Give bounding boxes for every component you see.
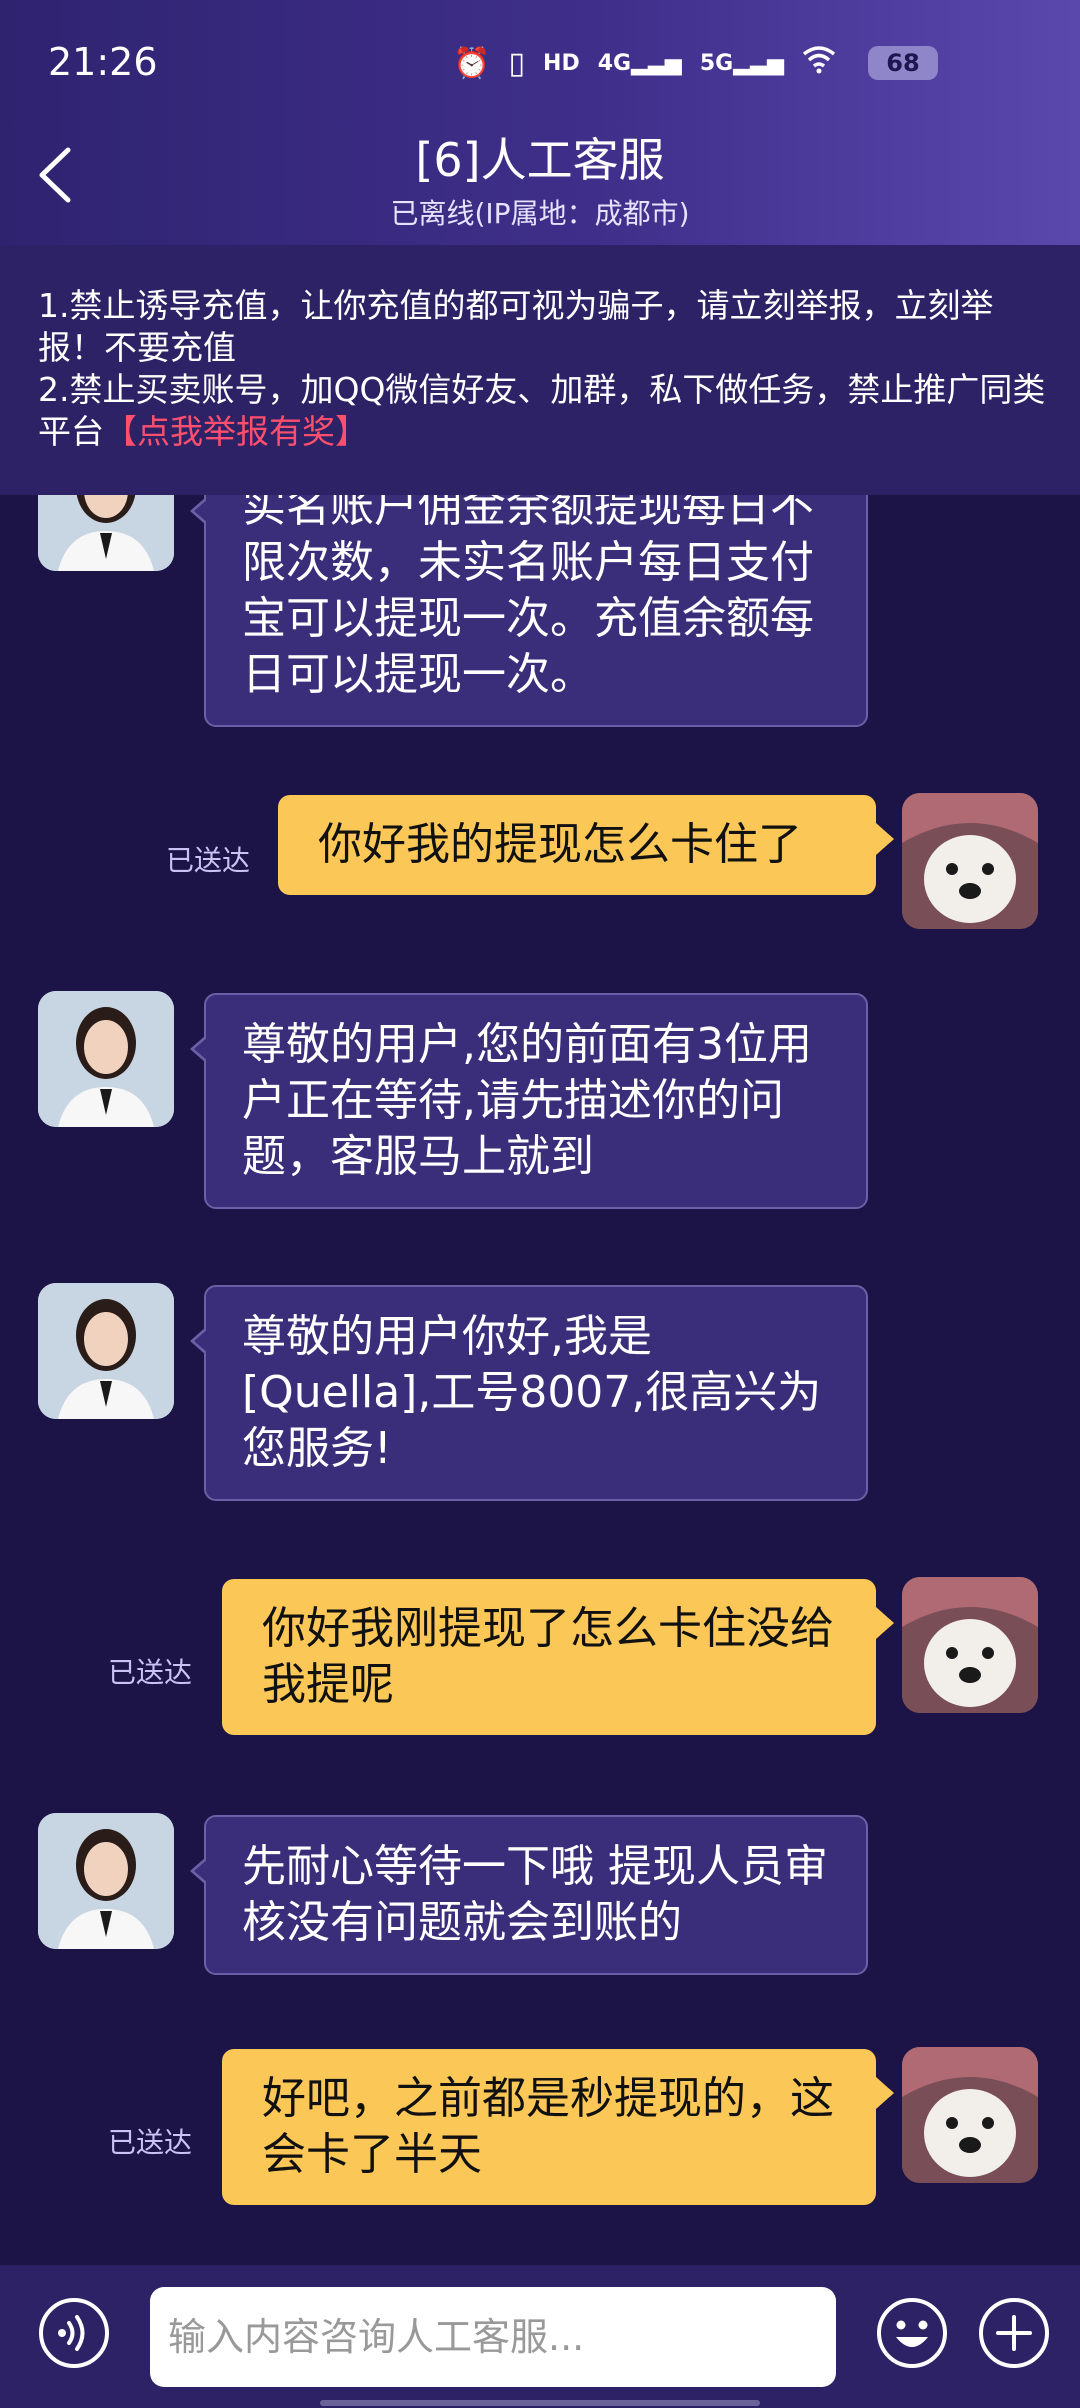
- message-text: 先耐心等待一下哦 提现人员审核没有问题就会到账的: [242, 1841, 828, 1948]
- voice-input-button[interactable]: [36, 2295, 112, 2371]
- message-text: 好吧，之前都是秒提现的，这会卡了半天: [262, 2073, 834, 2180]
- status-icons: ⏰ ▯ HD 4G▂▃▅ 5G▂▃▅: [453, 44, 940, 83]
- emoji-button[interactable]: [874, 2295, 950, 2371]
- agent-avatar[interactable]: [38, 495, 174, 571]
- message-text: 尊敬的用户,您的前面有3位用户正在等待,请先描述你的问题，客服马上就到: [242, 1019, 812, 1182]
- message-text: 你好我的提现怎么卡住了: [318, 819, 802, 870]
- delivery-status: 已送达: [108, 1656, 193, 1689]
- agent-portrait-icon: [38, 1813, 174, 1949]
- voice-icon: [39, 2298, 109, 2368]
- agent-portrait-icon: [38, 495, 174, 571]
- alarm-icon: ⏰: [453, 45, 491, 81]
- agent-message-bubble[interactable]: 尊敬的用户你好,我是[Quella],工号8007,很高兴为您服务!: [190, 1285, 868, 1501]
- vibrate-icon: ▯: [508, 45, 526, 81]
- plus-icon: [979, 2298, 1049, 2368]
- agent-status: 已离线(IP属地：成都市): [390, 197, 690, 230]
- agent-message-bubble[interactable]: 实名账户佣金余额提现每日不限次数，未实名账户每日支付宝可以提现一次。充值余额每日…: [190, 495, 868, 727]
- notice-line-2: 2.禁止买卖账号，加QQ微信好友、加群，私下做任务，禁止推广同类平台【点我举报有…: [38, 370, 1046, 451]
- wifi-icon: [802, 44, 836, 83]
- dog-portrait-icon: [902, 1577, 1038, 1713]
- agent-portrait-icon: [38, 1283, 174, 1419]
- agent-avatar[interactable]: [38, 1813, 174, 1949]
- agent-message-bubble[interactable]: 先耐心等待一下哦 提现人员审核没有问题就会到账的: [190, 1815, 868, 1975]
- user-message-bubble[interactable]: 你好我的提现怎么卡住了: [278, 795, 894, 895]
- notice-banner: 1.禁止诱导充值，让你充值的都可视为骗子，请立刻举报，立刻举报！不要充值 2.禁…: [0, 245, 1080, 495]
- user-message-bubble[interactable]: 好吧，之前都是秒提现的，这会卡了半天: [222, 2049, 894, 2205]
- home-indicator[interactable]: [320, 2400, 760, 2406]
- status-bar: 21:26 ⏰ ▯ HD 4G▂▃▅ 5G▂▃▅ 68: [0, 0, 1080, 120]
- agent-portrait-icon: [38, 991, 174, 1127]
- delivery-status: 已送达: [108, 2126, 193, 2159]
- battery-icon: 68: [868, 46, 938, 80]
- delivery-status: 已送达: [166, 844, 251, 877]
- message-list[interactable]: 实名账户佣金余额提现每日不限次数，未实名账户每日支付宝可以提现一次。充值余额每日…: [0, 495, 1080, 2265]
- 5g-signal-icon: 5G▂▃▅: [699, 50, 784, 76]
- user-avatar[interactable]: [902, 1577, 1038, 1713]
- emoji-icon: [877, 2298, 947, 2368]
- message-text: 你好我刚提现了怎么卡住没给我提呢: [262, 1603, 834, 1710]
- message-text: 尊敬的用户你好,我是[Quella],工号8007,很高兴为您服务!: [242, 1311, 822, 1474]
- agent-avatar[interactable]: [38, 1283, 174, 1419]
- message-text: 实名账户佣金余额提现每日不限次数，未实名账户每日支付宝可以提现一次。充值余额每日…: [242, 495, 814, 700]
- notice-line-1: 1.禁止诱导充值，让你充值的都可视为骗子，请立刻举报，立刻举报！不要充值: [38, 286, 994, 367]
- 4g-signal-icon: 4G▂▃▅: [597, 50, 682, 76]
- user-avatar[interactable]: [902, 2047, 1038, 2183]
- dog-portrait-icon: [902, 793, 1038, 929]
- user-message-bubble[interactable]: 你好我刚提现了怎么卡住没给我提呢: [222, 1579, 894, 1735]
- user-avatar[interactable]: [902, 793, 1038, 929]
- dog-portrait-icon: [902, 2047, 1038, 2183]
- report-link[interactable]: 【点我举报有奖】: [104, 412, 368, 451]
- agent-avatar[interactable]: [38, 991, 174, 1127]
- page-title: [6]人工客服: [415, 133, 665, 187]
- agent-message-bubble[interactable]: 尊敬的用户,您的前面有3位用户正在等待,请先描述你的问题，客服马上就到: [190, 993, 868, 1209]
- notice-text: 1.禁止诱导充值，让你充值的都可视为骗子，请立刻举报，立刻举报！不要充值 2.禁…: [38, 285, 1048, 453]
- more-options-button[interactable]: [976, 2295, 1052, 2371]
- hd-icon: HD: [543, 50, 580, 76]
- message-input[interactable]: [150, 2287, 836, 2387]
- input-bar: [0, 2265, 1080, 2408]
- chat-header: 21:26 ⏰ ▯ HD 4G▂▃▅ 5G▂▃▅ 68 [6]人工客服 已离线(…: [0, 0, 1080, 245]
- status-time: 21:26: [48, 40, 158, 84]
